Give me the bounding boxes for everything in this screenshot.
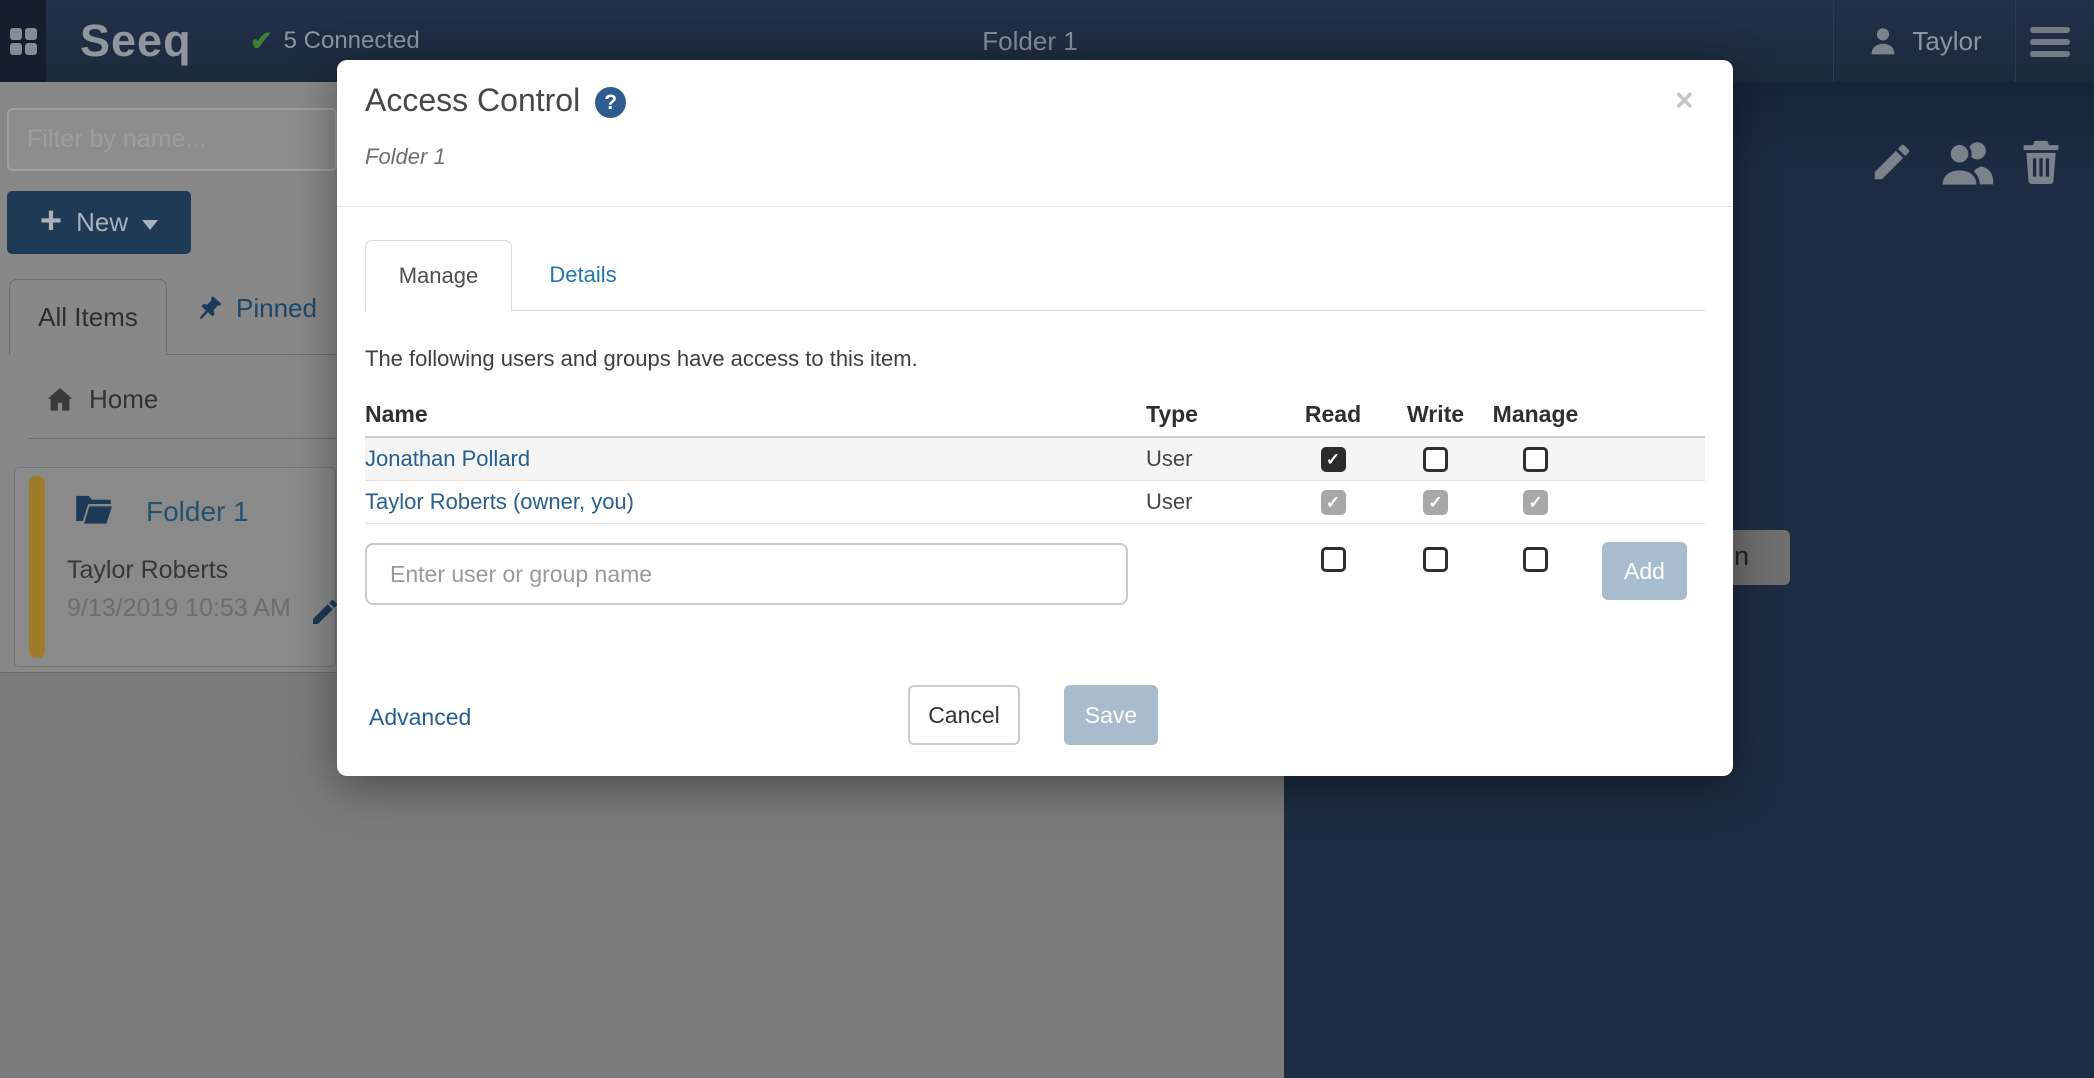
chevron-down-icon	[142, 220, 158, 230]
folder-toolbar	[1869, 137, 2063, 187]
user-avatar-icon	[1867, 25, 1899, 57]
header-read: Read	[1278, 401, 1388, 428]
save-button[interactable]: Save	[1064, 685, 1158, 745]
modal-tab-underline	[512, 310, 1705, 311]
filter-input[interactable]	[7, 108, 337, 171]
tab-manage[interactable]: Manage	[365, 240, 512, 311]
header-manage: Manage	[1483, 401, 1588, 428]
pushpin-icon	[194, 294, 224, 324]
write-checkbox[interactable]	[1423, 447, 1448, 472]
modal-tabs: Manage Details	[365, 240, 1705, 311]
folder-icon	[73, 492, 115, 526]
folder-card-owner: Taylor Roberts	[67, 556, 228, 585]
header-type: Type	[1146, 401, 1278, 428]
new-button-label: New	[76, 207, 128, 238]
tab-pinned-label: Pinned	[236, 293, 317, 324]
tab-pinned[interactable]: Pinned	[194, 293, 317, 324]
home-icon	[44, 385, 76, 415]
tab-details[interactable]: Details	[512, 240, 654, 310]
page: n Seeq ✔ 5 Connected Folder 1 Taylor + N…	[0, 0, 2094, 1078]
add-manage-checkbox[interactable]	[1523, 547, 1548, 572]
folder-card-title[interactable]: Folder 1	[146, 496, 249, 528]
cut-off-button-text: n	[1734, 541, 1749, 571]
access-control-users-icon[interactable]	[1939, 137, 1995, 187]
read-checkbox: ✓	[1321, 490, 1346, 515]
add-read-checkbox[interactable]	[1321, 547, 1346, 572]
add-write-checkbox[interactable]	[1423, 547, 1448, 572]
add-user-input[interactable]	[365, 543, 1128, 605]
read-checkbox[interactable]: ✓	[1321, 447, 1346, 472]
new-button[interactable]: + New	[7, 191, 191, 254]
tab-manage-label: Manage	[399, 263, 479, 289]
write-checkbox: ✓	[1423, 490, 1448, 515]
trash-icon[interactable]	[2019, 138, 2063, 186]
add-user-row: Add	[365, 540, 1705, 610]
breadcrumb-home[interactable]: Home	[44, 384, 158, 415]
modal-header-divider	[337, 206, 1733, 207]
access-table: Name Type Read Write Manage Jonathan Pol…	[365, 390, 1705, 524]
user-name-label: Taylor	[1912, 26, 1981, 57]
manage-checkbox: ✓	[1523, 490, 1548, 515]
user-menu[interactable]: Taylor	[1833, 0, 2016, 82]
tab-details-label: Details	[549, 262, 616, 288]
access-control-modal: × Access Control ? Folder 1 Manage Detai…	[337, 60, 1733, 776]
table-row: Taylor Roberts (owner, you) User ✓ ✓ ✓	[365, 481, 1705, 524]
folder-card[interactable]: Folder 1 Taylor Roberts 9/13/2019 10:53 …	[14, 467, 336, 667]
modal-title: Access Control	[365, 82, 580, 119]
cancel-button[interactable]: Cancel	[908, 685, 1020, 745]
tab-all-items-label: All Items	[38, 302, 138, 333]
header-write: Write	[1388, 401, 1483, 428]
user-type: User	[1146, 489, 1278, 515]
help-icon[interactable]: ?	[595, 87, 626, 118]
manage-checkbox[interactable]	[1523, 447, 1548, 472]
header-name: Name	[365, 401, 1146, 428]
user-link[interactable]: Taylor Roberts (owner, you)	[365, 489, 634, 515]
folder-card-timestamp: 9/13/2019 10:53 AM	[67, 594, 291, 623]
plus-icon: +	[40, 202, 62, 240]
close-icon[interactable]: ×	[1675, 84, 1694, 116]
add-button[interactable]: Add	[1602, 542, 1687, 600]
edit-pencil-icon[interactable]	[1869, 139, 1915, 185]
modal-subtitle: Folder 1	[365, 144, 446, 170]
tab-all-items[interactable]: All Items	[9, 279, 167, 355]
cut-off-open-button[interactable]: n	[1732, 530, 1790, 585]
breadcrumb-home-label: Home	[89, 384, 158, 415]
access-table-header: Name Type Read Write Manage	[365, 390, 1705, 438]
user-type: User	[1146, 446, 1278, 472]
user-link[interactable]: Jonathan Pollard	[365, 446, 530, 472]
advanced-link[interactable]: Advanced	[369, 704, 471, 731]
access-table-rows: Jonathan PollardUser✓Taylor Roberts (own…	[365, 438, 1705, 524]
navbar-page-title: Folder 1	[0, 26, 2060, 57]
modal-description: The following users and groups have acce…	[365, 346, 918, 372]
hamburger-menu-button[interactable]	[2030, 27, 2070, 57]
folder-card-accent-bar	[29, 476, 45, 658]
table-row: Jonathan Pollard User ✓	[365, 438, 1705, 481]
